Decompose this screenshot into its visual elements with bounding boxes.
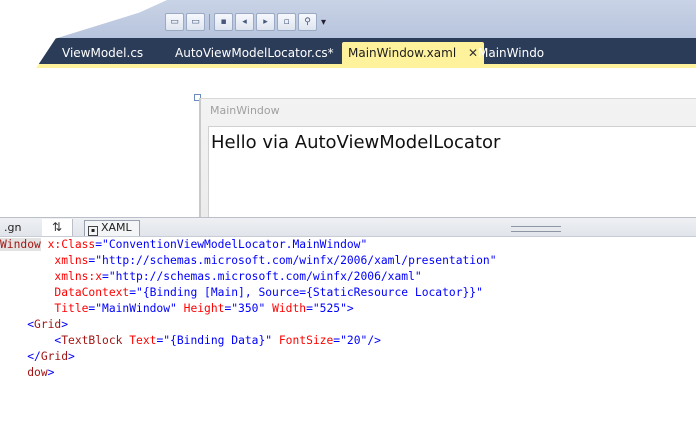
code-token-value: ="{Binding [Main], Source={StaticResourc…	[129, 286, 483, 299]
close-icon[interactable]: ✕	[468, 46, 478, 60]
window-client-area[interactable]: Hello via AutoViewModelLocator	[208, 126, 696, 218]
tab-mainwindow-cs[interactable]: MainWindo	[478, 42, 544, 64]
comment-icon[interactable]: ▭	[165, 13, 184, 31]
tab-label: MainWindow.xaml	[348, 46, 457, 60]
code-token-attribute: x:Class	[40, 238, 96, 251]
code-token-attribute: Text	[122, 334, 157, 347]
code-token-punctuation: >	[68, 350, 75, 363]
code-token-punctuation: </	[0, 350, 41, 363]
code-line: </Grid>	[0, 349, 75, 365]
toolbar-strip: ▭ ▭ ▪ ◂ ▸ ▫ ⚲ ▾	[165, 12, 326, 32]
toolbar-overflow-icon[interactable]: ▾	[321, 17, 326, 28]
code-line: xmlns:x="http://schemas.microsoft.com/wi…	[0, 269, 422, 285]
code-token-value: ="{Binding Data}"	[156, 334, 273, 347]
code-token-attribute: Width	[265, 302, 307, 315]
code-token-punctuation: >	[346, 302, 354, 315]
bookmark-icon[interactable]: ▪	[214, 13, 233, 31]
code-line: Title="MainWindow" Height="350" Width="5…	[0, 301, 354, 317]
tab-xaml[interactable]: ▪ XAML	[84, 220, 140, 236]
code-token-element: TextBlock	[61, 334, 123, 347]
code-token-indent	[0, 366, 27, 379]
xaml-icon: ▪	[88, 226, 98, 236]
code-token-value: ="350"	[224, 302, 266, 315]
tab-label: AutoViewModelLocator.cs*	[175, 46, 334, 60]
ide-chrome: ▭ ▭ ▪ ◂ ▸ ▫ ⚲ ▾ ViewModel.cs AutoViewMod…	[34, 0, 696, 70]
code-token-punctuation: >	[61, 318, 69, 331]
toolbar-separator	[209, 14, 210, 30]
code-token-element: Window	[0, 238, 41, 251]
code-token-attribute: xmlns:x	[0, 270, 103, 283]
tab-mainwindow-xaml[interactable]: MainWindow.xaml ✕	[342, 42, 485, 64]
code-token-punctuation: <	[0, 334, 62, 347]
code-token-attribute: DataContext	[0, 286, 130, 299]
clear-bookmarks-icon[interactable]: ▫	[277, 13, 296, 31]
code-token-attribute: Title	[0, 302, 89, 315]
tab-viewmodel-cs[interactable]: ViewModel.cs	[62, 42, 143, 64]
code-token-attribute: Height	[176, 302, 225, 315]
find-icon[interactable]: ⚲	[298, 13, 317, 31]
code-line: DataContext="{Binding [Main], Source={St…	[0, 285, 483, 301]
textblock-content: Hello via AutoViewModelLocator	[211, 132, 501, 153]
tab-autoviewmodellocator-cs[interactable]: AutoViewModelLocator.cs*	[175, 42, 334, 64]
code-line: dow>	[0, 365, 54, 381]
code-token-value: ="ConventionViewModelLocator.MainWindow"	[95, 238, 368, 251]
design-xaml-splitter: .gn ⇅ ▪ XAML	[0, 217, 696, 237]
code-token-attribute: FontSize	[272, 334, 334, 347]
code-token-element: dow	[27, 366, 48, 379]
tab-xaml-label: XAML	[101, 221, 132, 234]
code-token-element: Grid	[34, 318, 62, 331]
next-bookmark-icon[interactable]: ▸	[256, 13, 275, 31]
code-token-attribute: xmlns	[0, 254, 89, 267]
code-line: <Grid>	[0, 317, 68, 333]
document-tab-bar: ViewModel.cs AutoViewModelLocator.cs* Ma…	[34, 38, 696, 64]
tab-label: ViewModel.cs	[62, 46, 144, 60]
toolbar: ▭ ▭ ▪ ◂ ▸ ▫ ⚲ ▾	[34, 0, 696, 38]
uncomment-icon[interactable]: ▭	[186, 13, 205, 31]
code-token-value: ="525"	[306, 302, 347, 315]
code-token-value: ="http://schemas.microsoft.com/winfx/200…	[88, 254, 497, 267]
code-token-value: ="20"	[333, 334, 368, 347]
code-token-punctuation: />	[367, 334, 381, 347]
xaml-editor[interactable]: Window x:Class="ConventionViewModelLocat…	[0, 237, 696, 439]
code-line: Window x:Class="ConventionViewModelLocat…	[0, 237, 367, 253]
code-line: <TextBlock Text="{Binding Data}" FontSiz…	[0, 333, 381, 349]
active-tab-underline	[34, 64, 696, 68]
prev-bookmark-icon[interactable]: ◂	[235, 13, 254, 31]
tab-design[interactable]: .gn	[4, 220, 21, 236]
code-token-value: ="MainWindow"	[88, 302, 177, 315]
code-token-punctuation: >	[47, 366, 55, 379]
splitter-grip[interactable]	[511, 226, 561, 232]
code-line: xmlns="http://schemas.microsoft.com/winf…	[0, 253, 497, 269]
window-title: MainWindow	[210, 104, 280, 117]
tab-label: MainWindo	[478, 46, 545, 60]
code-token-punctuation: <	[0, 318, 35, 331]
code-token-value: ="http://schemas.microsoft.com/winfx/200…	[102, 270, 422, 283]
code-token-element: Grid	[40, 350, 69, 363]
designer-window[interactable]: MainWindow Hello via AutoViewModelLocato…	[199, 98, 696, 218]
swap-panes-icon[interactable]: ⇅	[42, 219, 73, 236]
